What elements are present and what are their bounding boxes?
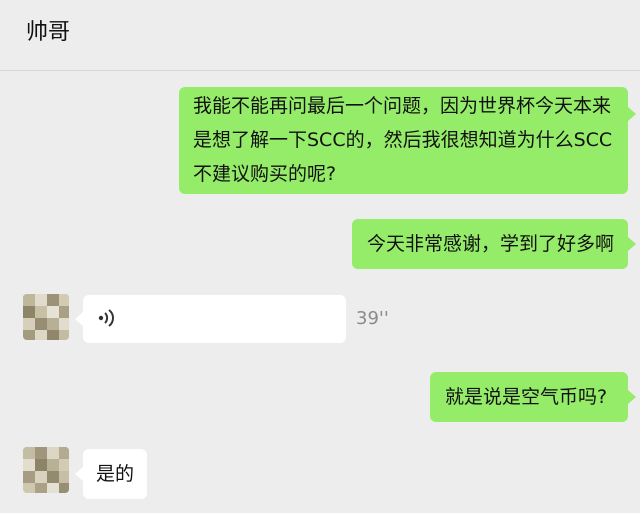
chat-title: 帅哥 <box>26 20 71 45</box>
chat-header: 帅哥 <box>0 0 640 71</box>
bubble-tail <box>628 237 636 251</box>
bubble-tail <box>75 312 83 326</box>
bubble-tail <box>628 390 636 404</box>
bubble-tail <box>75 467 83 481</box>
voice-duration: 39'' <box>356 308 389 329</box>
message-line: 是想了解一下SCC的，然后我很想知道为什么SCC <box>193 129 613 151</box>
message-text: 今天非常感谢，学到了好多啊 <box>367 233 615 255</box>
avatar[interactable] <box>23 447 69 493</box>
outgoing-message[interactable]: 就是说是空气币吗? <box>430 372 628 422</box>
voice-message[interactable] <box>83 295 346 343</box>
avatar[interactable] <box>23 294 69 340</box>
message-text: 是的 <box>96 463 135 485</box>
incoming-message[interactable]: 是的 <box>83 449 147 499</box>
message-line: 不建议购买的呢? <box>193 163 337 185</box>
voice-wave-icon <box>98 309 114 327</box>
message-text: 就是说是空气币吗? <box>445 386 608 408</box>
outgoing-message[interactable]: 我能不能再问最后一个问题，因为世界杯今天本来 是想了解一下SCC的，然后我很想知… <box>179 87 628 194</box>
outgoing-message[interactable]: 今天非常感谢，学到了好多啊 <box>352 219 628 269</box>
bubble-tail <box>628 107 636 121</box>
message-line: 我能不能再问最后一个问题，因为世界杯今天本来 <box>193 95 612 117</box>
